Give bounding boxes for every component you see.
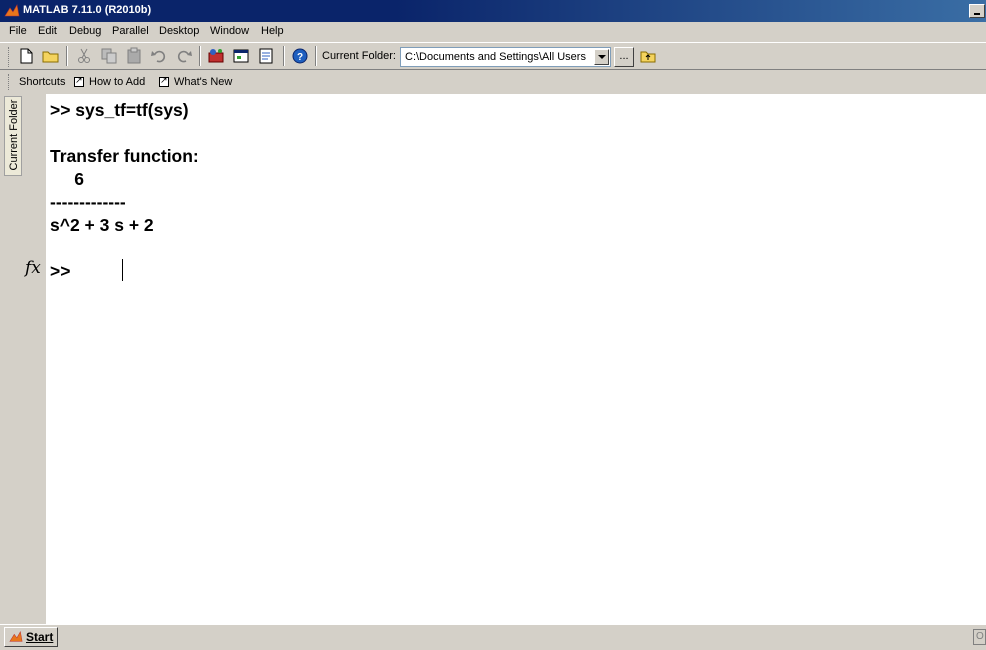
profiler-icon[interactable]: [256, 46, 276, 66]
window-title: MATLAB 7.11.0 (R2010b): [23, 4, 152, 16]
sidebar: Current Folder fx: [0, 94, 46, 624]
matlab-logo-icon: [9, 630, 23, 642]
new-file-icon[interactable]: [16, 46, 36, 66]
redo-icon[interactable]: [174, 46, 194, 66]
main-toolbar: ? Current Folder: C:\Documents and Setti…: [0, 42, 986, 70]
copy-icon[interactable]: [99, 46, 119, 66]
toolbar-separator: [199, 46, 201, 66]
menu-debug[interactable]: Debug: [69, 25, 101, 37]
cut-icon[interactable]: [74, 46, 94, 66]
help-icon[interactable]: ?: [290, 46, 310, 66]
console-line: Transfer function:: [50, 146, 199, 166]
shortcut-how-to-add[interactable]: How to Add: [89, 76, 145, 88]
command-window[interactable]: >> sys_tf=tf(sys) Transfer function: 6 -…: [46, 94, 986, 624]
status-indicator: O: [973, 629, 986, 645]
current-folder-value: C:\Documents and Settings\All Users: [405, 51, 586, 63]
status-bar: Start O: [0, 624, 986, 650]
console-line: -------------: [50, 192, 126, 212]
console-line: 6: [50, 169, 85, 189]
menu-parallel[interactable]: Parallel: [112, 25, 149, 37]
open-folder-icon[interactable]: [41, 46, 61, 66]
shortcut-icon: [74, 74, 84, 87]
guide-icon[interactable]: [231, 46, 251, 66]
console-line: >> sys_tf=tf(sys): [50, 100, 189, 120]
current-folder-label: Current Folder:: [322, 50, 396, 62]
simulink-icon[interactable]: [206, 46, 226, 66]
menu-file[interactable]: File: [9, 25, 27, 37]
shortcut-whats-new[interactable]: What's New: [174, 76, 232, 88]
shortcut-icon: [159, 74, 169, 87]
shortcuts-label[interactable]: Shortcuts: [19, 76, 65, 88]
toolbar-separator: [66, 46, 68, 66]
command-prompt: >>: [50, 261, 71, 281]
console-line: s^2 + 3 s + 2: [50, 215, 154, 235]
browse-folder-button[interactable]: ...: [614, 47, 634, 67]
up-folder-icon[interactable]: [638, 46, 658, 66]
menu-desktop[interactable]: Desktop: [159, 25, 199, 37]
shortcuts-toolbar: Shortcuts How to Add What's New: [0, 70, 986, 94]
tab-current-folder-label: Current Folder: [8, 99, 20, 171]
menu-window[interactable]: Window: [210, 25, 249, 37]
shortcuts-grip[interactable]: [8, 74, 12, 90]
minimize-button[interactable]: [969, 4, 985, 18]
text-cursor: [122, 259, 123, 281]
chevron-down-icon[interactable]: [594, 49, 609, 65]
start-label: Start: [26, 630, 54, 644]
paste-icon[interactable]: [124, 46, 144, 66]
menu-edit[interactable]: Edit: [38, 25, 57, 37]
title-bar: MATLAB 7.11.0 (R2010b): [0, 0, 986, 22]
toolbar-separator: [283, 46, 285, 66]
current-folder-field[interactable]: C:\Documents and Settings\All Users: [400, 47, 611, 67]
function-browser-icon[interactable]: fx: [25, 258, 41, 278]
toolbar-separator: [315, 46, 317, 66]
toolbar-grip[interactable]: [8, 47, 12, 67]
start-button[interactable]: Start: [4, 627, 58, 647]
undo-icon[interactable]: [149, 46, 169, 66]
menu-help[interactable]: Help: [261, 25, 284, 37]
svg-text:?: ?: [297, 52, 303, 63]
matlab-logo-icon: [4, 4, 20, 17]
tab-current-folder[interactable]: Current Folder: [4, 96, 22, 176]
menu-bar: File Edit Debug Parallel Desktop Window …: [0, 22, 986, 42]
